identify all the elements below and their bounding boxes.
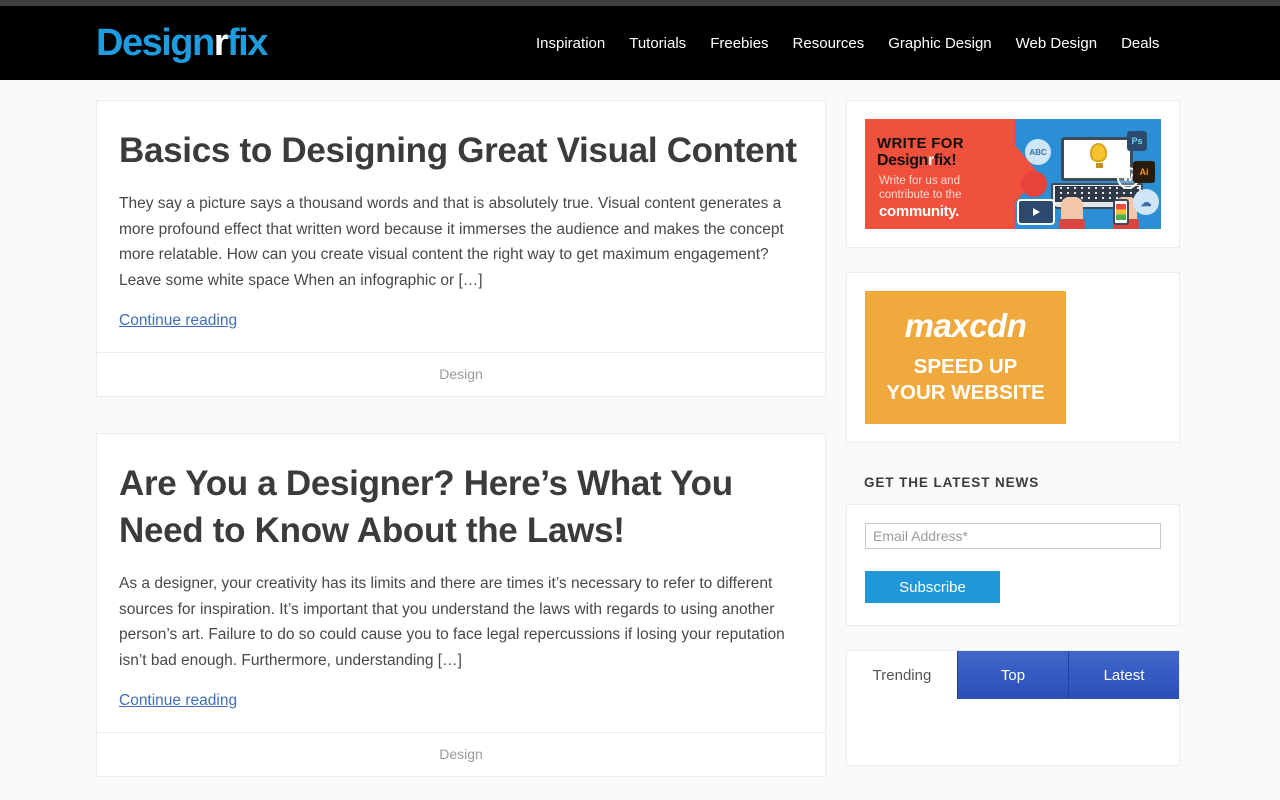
article-category-link[interactable]: Design xyxy=(439,366,483,382)
phone-screen-icon xyxy=(1116,204,1126,220)
banner-headline-line2: Designrfix! xyxy=(877,152,957,170)
illustrator-icon: Ai xyxy=(1133,161,1155,183)
banner-subtext: Write for us and contribute to the xyxy=(879,175,962,201)
phone-icon xyxy=(1113,199,1129,225)
article-title: Are You a Designer? Here’s What You Need… xyxy=(119,460,803,554)
nav-item-deals[interactable]: Deals xyxy=(1121,35,1159,52)
continue-reading-link[interactable]: Continue reading xyxy=(119,692,237,710)
nav-item-resources[interactable]: Resources xyxy=(793,35,865,52)
banner-community-text: community. xyxy=(879,203,960,220)
nav-item-freebies[interactable]: Freebies xyxy=(710,35,768,52)
nav-item-tutorials[interactable]: Tutorials xyxy=(629,35,686,52)
article-excerpt: As a designer, your creativity has its l… xyxy=(119,575,785,669)
article-body: Are You a Designer? Here’s What You Need… xyxy=(97,434,825,732)
tab-top[interactable]: Top xyxy=(957,651,1068,699)
sidebar: ABC Ps W Ai ☁ WRITE FOR Designrfix! Writ… xyxy=(846,100,1180,790)
tab-panel xyxy=(847,699,1179,765)
write-for-us-banner-ad[interactable]: ABC Ps W Ai ☁ WRITE FOR Designrfix! Writ… xyxy=(865,119,1161,229)
article-footer: Design xyxy=(97,352,825,396)
cloud-icon: ☁ xyxy=(1133,189,1159,215)
logo-text-prefix: Design xyxy=(96,22,215,64)
newsletter-widget: Subscribe xyxy=(846,504,1180,626)
article-card: Basics to Designing Great Visual Content… xyxy=(96,100,826,397)
play-icon xyxy=(1032,208,1040,216)
site-header: Designrfix Inspiration Tutorials Freebie… xyxy=(0,6,1280,80)
page-content: Basics to Designing Great Visual Content… xyxy=(0,80,1280,800)
email-input[interactable] xyxy=(865,523,1161,549)
logo-text-accent: r xyxy=(213,22,229,64)
tab-trending[interactable]: Trending xyxy=(847,651,957,699)
nav-item-inspiration[interactable]: Inspiration xyxy=(536,35,605,52)
maxcdn-tagline-line1: SPEED UP xyxy=(913,355,1018,378)
site-logo[interactable]: Designrfix xyxy=(96,22,268,64)
video-icon xyxy=(1017,199,1055,225)
photoshop-icon: Ps xyxy=(1127,131,1147,151)
nav-item-web-design[interactable]: Web Design xyxy=(1016,35,1097,52)
primary-navigation: Inspiration Tutorials Freebies Resources… xyxy=(536,6,1159,80)
article-card: Are You a Designer? Here’s What You Need… xyxy=(96,433,826,777)
logo-text-suffix: fix xyxy=(227,22,268,64)
article-title: Basics to Designing Great Visual Content xyxy=(119,127,803,174)
banner-headline-line1: WRITE FOR xyxy=(877,135,964,152)
maxcdn-tagline: SPEED UP YOUR WEBSITE xyxy=(886,354,1044,406)
article-excerpt: They say a picture says a thousand words… xyxy=(119,195,784,289)
badge-icon xyxy=(1021,171,1047,197)
article-footer: Design xyxy=(97,732,825,776)
hand-left-illustration xyxy=(1059,197,1085,229)
abc-icon: ABC xyxy=(1025,139,1051,165)
maxcdn-widget: maxcdn SPEED UP YOUR WEBSITE xyxy=(846,272,1180,443)
article-list: Basics to Designing Great Visual Content… xyxy=(96,100,826,800)
continue-reading-link[interactable]: Continue reading xyxy=(119,312,237,330)
banner-brand-suffix: fix! xyxy=(933,152,957,169)
lightbulb-icon xyxy=(1090,143,1107,168)
article-title-link[interactable]: Are You a Designer? Here’s What You Need… xyxy=(119,464,733,550)
write-for-us-widget: ABC Ps W Ai ☁ WRITE FOR Designrfix! Writ… xyxy=(846,100,1180,248)
posts-tabs-widget: Trending Top Latest xyxy=(846,650,1180,766)
article-body: Basics to Designing Great Visual Content… xyxy=(97,101,825,352)
tab-latest[interactable]: Latest xyxy=(1068,651,1179,699)
maxcdn-logo: maxcdn xyxy=(904,307,1027,344)
maxcdn-tagline-line2: YOUR WEBSITE xyxy=(886,381,1045,404)
newsletter-heading: GET THE LATEST NEWS xyxy=(864,475,1040,490)
tab-bar: Trending Top Latest xyxy=(847,651,1179,699)
banner-brand-prefix: Design xyxy=(877,152,928,169)
nav-item-graphic-design[interactable]: Graphic Design xyxy=(888,35,991,52)
maxcdn-banner-ad[interactable]: maxcdn SPEED UP YOUR WEBSITE xyxy=(865,291,1066,424)
subscribe-button[interactable]: Subscribe xyxy=(865,571,1000,603)
article-category-link[interactable]: Design xyxy=(439,746,483,762)
article-title-link[interactable]: Basics to Designing Great Visual Content xyxy=(119,131,797,170)
